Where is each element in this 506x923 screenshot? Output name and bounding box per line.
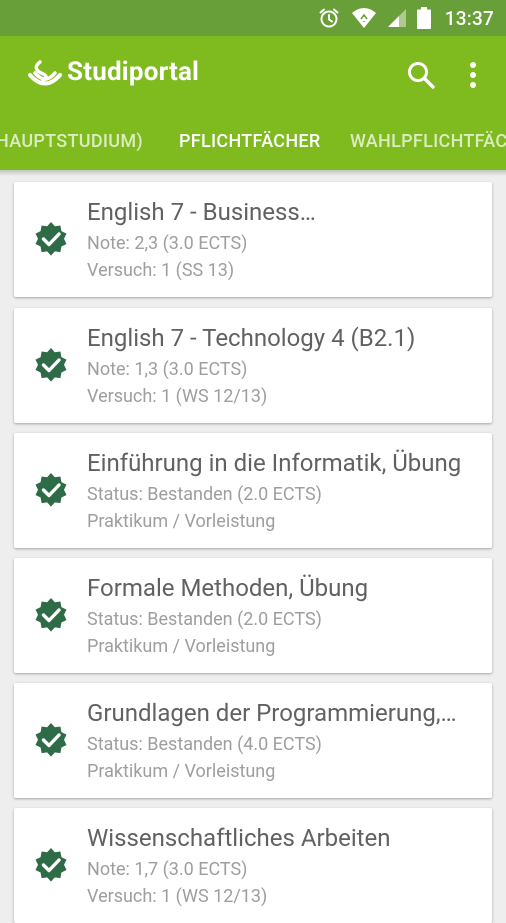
course-type: Praktikum / Vorleistung — [87, 761, 276, 782]
course-card[interactable]: Grundlagen der Programmierung,… Status: … — [14, 683, 492, 798]
check-badge-icon — [35, 723, 67, 757]
check-badge-icon — [35, 848, 67, 882]
course-status: Status: Bestanden (2.0 ECTS) — [87, 484, 322, 505]
course-status: Status: Bestanden (2.0 ECTS) — [87, 609, 322, 630]
status-bar: 13:37 — [0, 0, 506, 36]
course-grade: Note: 2,3 (3.0 ECTS) — [87, 233, 248, 254]
signal-icon — [387, 9, 406, 27]
course-type: Praktikum / Vorleistung — [87, 511, 276, 532]
tab-pflichtfaecher[interactable]: PFLICHTFÄCHER — [179, 114, 321, 170]
course-card[interactable]: Einführung in die Informatik, Übung Stat… — [14, 433, 492, 548]
course-status: Status: Bestanden (4.0 ECTS) — [87, 734, 322, 755]
tab-bar: HAUPTSTUDIUM) PFLICHTFÄCHER WAHLPFLICHTF… — [0, 114, 506, 170]
course-title: English 7 - Business… — [87, 198, 316, 226]
search-icon[interactable] — [404, 58, 438, 92]
course-card[interactable]: Wissenschaftliches Arbeiten Note: 1,7 (3… — [14, 808, 492, 923]
app-title: Studiportal — [67, 57, 200, 87]
status-icons: 13:37 — [317, 0, 494, 36]
course-card[interactable]: Formale Methoden, Übung Status: Bestande… — [14, 558, 492, 673]
course-attempt: Versuch: 1 (WS 12/13) — [87, 386, 268, 407]
battery-icon — [416, 7, 431, 29]
course-type: Praktikum / Vorleistung — [87, 636, 276, 657]
course-title: Grundlagen der Programmierung,… — [87, 699, 457, 727]
course-card[interactable]: English 7 - Technology 4 (B2.1) Note: 1,… — [14, 308, 492, 423]
course-card[interactable]: English 7 - Business… Note: 2,3 (3.0 ECT… — [14, 182, 492, 297]
check-badge-icon — [35, 348, 67, 382]
course-grade: Note: 1,7 (3.0 ECTS) — [87, 859, 248, 880]
more-vert-icon[interactable] — [458, 58, 488, 92]
tab-hauptstudium[interactable]: HAUPTSTUDIUM) — [0, 114, 143, 170]
studiportal-logo-icon — [28, 60, 62, 86]
tabs-shadow — [0, 170, 506, 176]
wifi-icon — [351, 8, 376, 28]
course-attempt: Versuch: 1 (SS 13) — [87, 260, 235, 281]
check-badge-icon — [35, 473, 67, 507]
check-badge-icon — [35, 598, 67, 632]
app-bar: Studiportal — [0, 36, 506, 114]
clock: 13:37 — [444, 6, 494, 30]
course-grade: Note: 1,3 (3.0 ECTS) — [87, 359, 248, 380]
course-attempt: Versuch: 1 (WS 12/13) — [87, 886, 268, 907]
tab-wahlpflichtfaecher[interactable]: WAHLPFLICHTFÄC — [350, 114, 506, 170]
course-title: Wissenschaftliches Arbeiten — [87, 824, 391, 852]
course-title: Einführung in die Informatik, Übung — [87, 449, 462, 477]
alarm-icon — [319, 8, 339, 28]
course-title: English 7 - Technology 4 (B2.1) — [87, 324, 416, 352]
check-badge-icon — [35, 222, 67, 256]
course-title: Formale Methoden, Übung — [87, 574, 369, 602]
